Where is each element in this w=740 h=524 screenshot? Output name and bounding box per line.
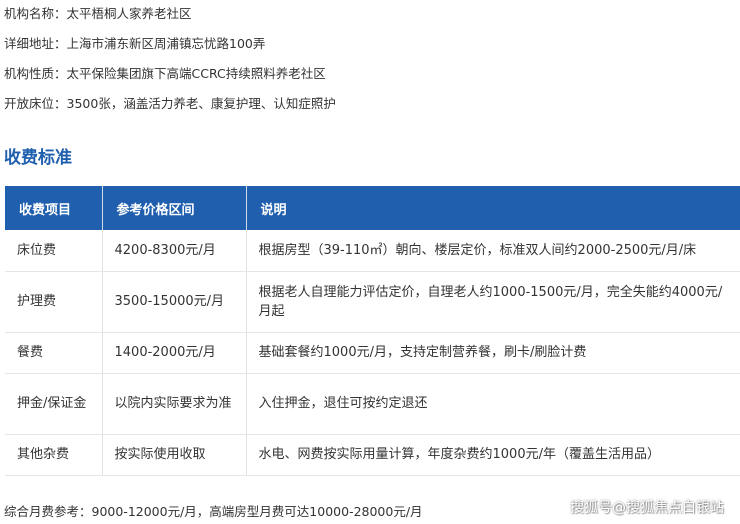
fee-price: 1400-2000元/月 <box>102 332 247 374</box>
fee-price: 按实际使用收取 <box>102 434 247 476</box>
fee-item: 押金/保证金 <box>5 373 103 435</box>
fee-price: 以院内实际要求为准 <box>102 373 247 435</box>
info-line-beds: 开放床位：3500张，涵盖活力养老、康复护理、认知症照护 <box>4 93 336 112</box>
fee-item: 床位费 <box>5 230 103 272</box>
table-row: 餐费 1400-2000元/月 基础套餐约1000元/月，支持定制营养餐，刷卡/… <box>5 332 740 374</box>
footer-note: 综合月费参考：9000-12000元/月，高端房型月费可达10000-28000… <box>4 504 423 519</box>
fee-description: 基础套餐约1000元/月，支持定制营养餐，刷卡/刷脸计费 <box>246 332 740 374</box>
info-value: 太平梧桐人家养老社区 <box>66 6 192 21</box>
info-label: 机构性质： <box>4 66 67 81</box>
info-label: 详细地址： <box>4 36 67 51</box>
info-line-nature: 机构性质：太平保险集团旗下高端CCRC持续照料养老社区 <box>4 63 326 82</box>
fee-description: 水电、网费按实际用量计算，年度杂费约1000元/年（覆盖生活用品） <box>246 434 740 476</box>
info-label: 机构名称： <box>4 6 67 21</box>
header-description: 说明 <box>246 186 740 230</box>
section-title: 收费标准 <box>4 148 72 168</box>
info-line-address: 详细地址：上海市浦东新区周浦镇忘忧路100弄 <box>4 33 265 52</box>
fee-price: 4200-8300元/月 <box>102 230 247 272</box>
table-header-row: 收费项目 参考价格区间 说明 <box>5 186 740 230</box>
table-row: 其他杂费 按实际使用收取 水电、网费按实际用量计算，年度杂费约1000元/年（覆… <box>5 434 740 476</box>
info-value: 太平保险集团旗下高端CCRC持续照料养老社区 <box>66 66 326 81</box>
table-row: 床位费 4200-8300元/月 根据房型（39-110㎡）朝向、楼层定价，标准… <box>5 230 740 272</box>
info-line-name: 机构名称：太平梧桐人家养老社区 <box>4 3 192 22</box>
fee-item: 其他杂费 <box>5 434 103 476</box>
fee-item: 餐费 <box>5 332 103 374</box>
header-item: 收费项目 <box>5 186 103 230</box>
table-row: 护理费 3500-15000元/月 根据老人自理能力评估定价，自理老人约1000… <box>5 271 740 333</box>
fee-table: 收费项目 参考价格区间 说明 床位费 4200-8300元/月 根据房型（39-… <box>5 186 740 476</box>
info-label: 开放床位： <box>4 96 67 111</box>
info-value: 上海市浦东新区周浦镇忘忧路100弄 <box>66 36 266 51</box>
fee-description: 入住押金，退住可按约定退还 <box>246 373 740 435</box>
info-value: 3500张，涵盖活力养老、康复护理、认知症照护 <box>66 96 336 111</box>
fee-price: 3500-15000元/月 <box>102 271 247 333</box>
fee-description: 根据老人自理能力评估定价，自理老人约1000-1500元/月，完全失能约4000… <box>246 271 740 333</box>
fee-description: 根据房型（39-110㎡）朝向、楼层定价，标准双人间约2000-2500元/月/… <box>246 230 740 272</box>
table-row: 押金/保证金 以院内实际要求为准 入住押金，退住可按约定退还 <box>5 373 740 435</box>
header-price: 参考价格区间 <box>102 186 247 230</box>
watermark: 搜狐号@搜狐焦点白银站 <box>570 500 724 516</box>
fee-item: 护理费 <box>5 271 103 333</box>
